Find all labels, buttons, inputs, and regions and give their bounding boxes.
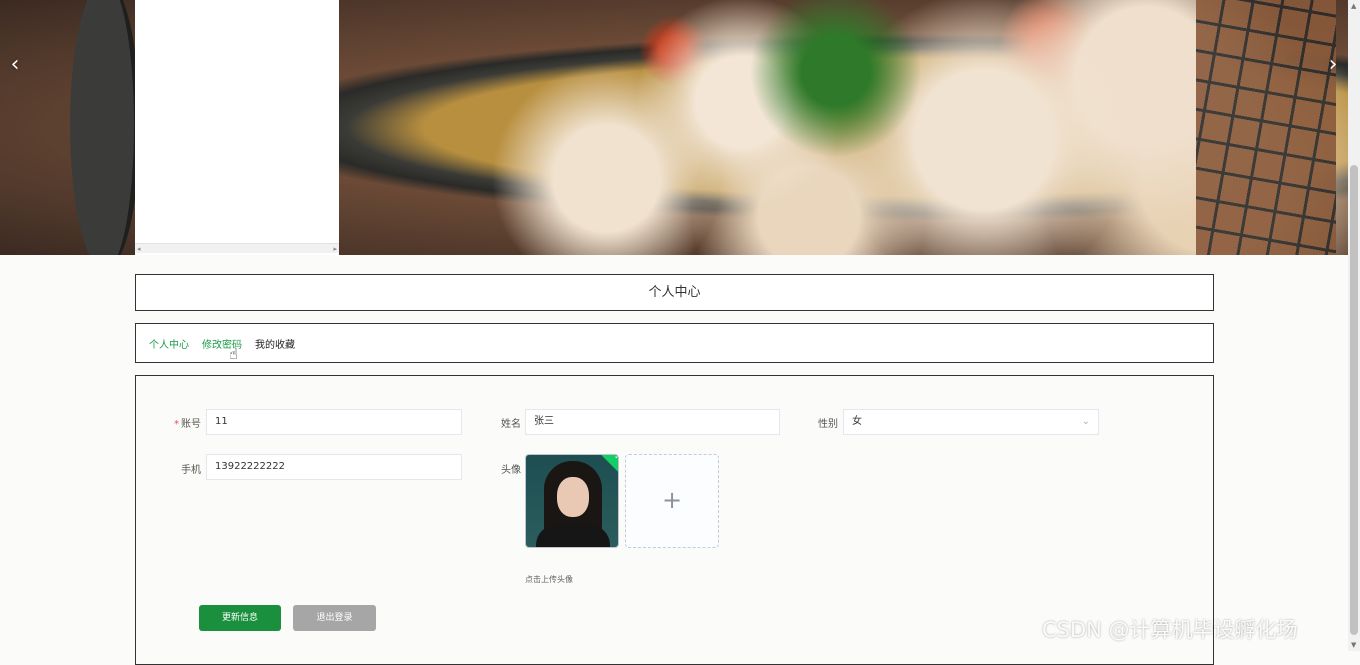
name-label: 姓名 bbox=[501, 419, 521, 430]
chevron-down-icon: ⌄ bbox=[1081, 416, 1090, 427]
banner-image-rack bbox=[1196, 0, 1336, 255]
carousel-next-icon[interactable]: › bbox=[1323, 52, 1343, 78]
gender-select-value: 女 bbox=[852, 416, 862, 427]
gender-label: 性别 bbox=[818, 419, 838, 430]
scroll-down-icon[interactable]: ▼ bbox=[1351, 641, 1356, 649]
scroll-up-icon[interactable]: ▲ bbox=[1351, 2, 1356, 10]
name-input[interactable]: 张三 bbox=[525, 409, 780, 435]
banner-carousel: ◂ ▸ ‹ › bbox=[0, 0, 1348, 255]
watermark: CSDN @计算机毕设孵化场 bbox=[1042, 618, 1298, 642]
account-label: * 账号 bbox=[166, 415, 201, 430]
logout-button[interactable]: 退出登录 bbox=[293, 605, 376, 631]
update-info-button[interactable]: 更新信息 bbox=[199, 605, 281, 631]
carousel-prev-icon[interactable]: ‹ bbox=[5, 52, 25, 78]
upload-success-badge: ✓ bbox=[600, 454, 619, 475]
scroll-left-arrow-icon[interactable]: ◂ bbox=[137, 244, 141, 254]
gender-select[interactable]: 女 ⌄ bbox=[843, 409, 1099, 435]
profile-tabs: 个人中心 修改密码 我的收藏 bbox=[135, 323, 1214, 363]
banner-panel-scrollbar[interactable]: ◂ ▸ bbox=[135, 243, 339, 253]
avatar-face bbox=[557, 477, 589, 517]
avatar-body bbox=[536, 525, 610, 547]
tab-personal-center[interactable]: 个人中心 bbox=[149, 336, 189, 351]
hand-cursor-icon: ☝ bbox=[229, 345, 239, 363]
avatar-upload-tip: 点击上传头像 bbox=[525, 575, 573, 584]
account-input[interactable]: 11 bbox=[206, 409, 462, 435]
phone-label: 手机 bbox=[181, 465, 201, 476]
banner-blank-panel bbox=[135, 0, 339, 255]
phone-input[interactable]: 13922222222 bbox=[206, 454, 462, 480]
required-mark: * bbox=[174, 419, 179, 430]
avatar-upload-button[interactable]: + bbox=[625, 454, 719, 548]
avatar-preview[interactable]: ✓ bbox=[525, 454, 619, 548]
account-label-text: 账号 bbox=[181, 419, 201, 430]
scroll-right-arrow-icon[interactable]: ▸ bbox=[333, 244, 337, 254]
check-icon: ✓ bbox=[614, 454, 619, 461]
avatar-label: 头像 bbox=[501, 465, 521, 476]
page-title: 个人中心 bbox=[135, 274, 1214, 311]
page-scrollbar[interactable]: ▲ ▼ bbox=[1348, 0, 1360, 651]
tab-my-favorites[interactable]: 我的收藏 bbox=[255, 336, 295, 351]
banner-image-bowl bbox=[70, 0, 140, 255]
page-scrollbar-thumb[interactable] bbox=[1350, 165, 1358, 635]
